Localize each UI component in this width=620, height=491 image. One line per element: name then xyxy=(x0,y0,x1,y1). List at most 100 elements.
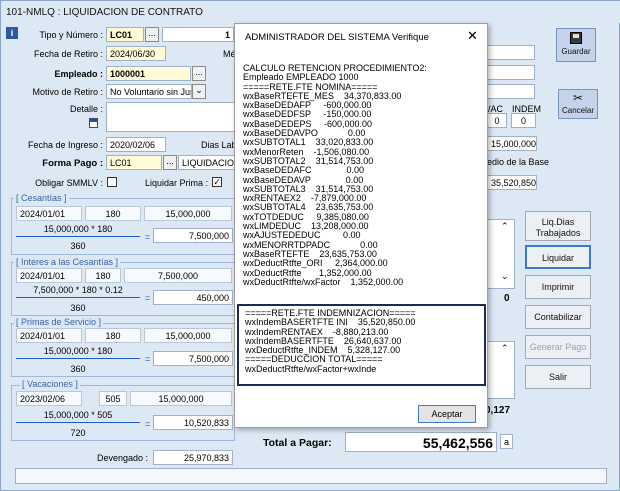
primas-base: 15,000,000 xyxy=(144,328,232,343)
vacaciones-date: 2023/02/06 xyxy=(16,391,82,406)
right-select[interactable] xyxy=(487,45,535,60)
liquidar-prima-checkbox[interactable]: ✓ xyxy=(212,177,222,187)
tipo-input[interactable]: LC01 xyxy=(106,27,144,42)
dialog-highlight-box: =====RETE.FTE INDEMNIZACION===== wxIndem… xyxy=(237,304,486,386)
vacaciones-days: 505 xyxy=(99,391,127,406)
scroll-up-icon-2[interactable]: ⌃ xyxy=(501,343,509,354)
primas-result: 7,500,000 xyxy=(153,351,233,366)
cesantias-divisor: 360 xyxy=(70,241,86,251)
verify-dialog: ADMINISTRADOR DEL SISTEMA Verifique ✕ CA… xyxy=(234,23,488,428)
window-title: 101-NMLQ : LIQUIDACION DE CONTRATO xyxy=(1,1,620,23)
right-field-1[interactable] xyxy=(487,65,535,80)
devengado-value: 25,970,833 xyxy=(153,450,233,465)
scroll-up-icon[interactable]: ⌃ xyxy=(501,221,509,232)
primas-formula: 15,000,000 * 180 xyxy=(16,346,140,359)
fecha-retiro-label: Fecha de Retiro : xyxy=(33,49,103,59)
guardar-button[interactable]: Guardar xyxy=(556,28,596,62)
intereses-result: 450,000 xyxy=(153,290,233,305)
info-icon[interactable]: i xyxy=(6,27,18,39)
close-icon[interactable]: ✕ xyxy=(467,28,478,44)
primas-label: [ Primas de Servicio ] xyxy=(14,317,104,327)
tipo-lookup-button[interactable]: ... xyxy=(145,27,159,42)
save-icon xyxy=(570,32,582,44)
calendar-icon[interactable] xyxy=(89,118,98,128)
cesantias-base: 15,000,000 xyxy=(144,206,232,221)
vacaciones-eq: = xyxy=(145,419,151,429)
dialog-message: CALCULO RETENCIÓN PROCEDIMIENTO2: Emplea… xyxy=(243,64,427,287)
primas-divisor: 360 xyxy=(70,364,86,374)
right-value-2: 35,520,850 xyxy=(487,175,537,190)
contabilizar-button[interactable]: Contabilizar xyxy=(525,305,591,329)
liquidar-button[interactable]: Liquidar xyxy=(525,245,591,269)
vacaciones-result: 10,520,833 xyxy=(153,415,233,430)
intereses-base: 7,500,000 xyxy=(124,268,232,283)
fecha-ingreso-label: Fecha de Ingreso : xyxy=(27,140,103,150)
empleado-label: Empleado : xyxy=(54,69,103,79)
right-partial: 0,127 xyxy=(485,405,511,416)
cesantias-label: [ Cesantías ] xyxy=(14,193,69,203)
aceptar-button[interactable]: Aceptar xyxy=(418,405,476,423)
vacaciones-label: [ Vacaciones ] xyxy=(20,379,80,389)
forma-pago-label: Forma Pago : xyxy=(42,158,103,169)
promedio-base-label: edio de la Base xyxy=(487,157,550,167)
detalle-textarea[interactable] xyxy=(106,102,235,132)
generar-pago-button[interactable]: Generar Pago xyxy=(525,335,591,359)
chevron-down-icon: ⌄ xyxy=(195,85,203,95)
intereses-label: [ Interes a las Cesantías ] xyxy=(14,257,121,267)
intereses-formula: 7,500,000 * 180 * 0.12 xyxy=(16,285,140,298)
forma-pago-lookup-button[interactable]: ... xyxy=(163,155,177,170)
vacaciones-base: 15,000,000 xyxy=(130,391,232,406)
devengado-label: Devengado : xyxy=(96,453,148,463)
cesantias-days: 180 xyxy=(85,206,141,221)
primas-days: 180 xyxy=(85,328,141,343)
intereses-days: 180 xyxy=(85,268,121,283)
right-value-1: 15,000,000 xyxy=(487,136,537,151)
empleado-input[interactable]: 1000001 xyxy=(106,66,191,81)
scroll-down-icon[interactable]: ⌄ xyxy=(501,271,509,282)
cesantias-eq: = xyxy=(145,232,151,242)
total-label: Total a Pagar: xyxy=(263,437,332,449)
forma-pago-name: LIQUIDACION xyxy=(178,155,235,170)
indem-input[interactable]: 0 xyxy=(511,113,536,128)
tools-icon: ✂ xyxy=(572,91,584,105)
obligar-smmlv-label: Obligar SMMLV : xyxy=(35,178,103,188)
vacaciones-divisor: 720 xyxy=(70,428,86,438)
motivo-dropdown-button[interactable]: ⌄ xyxy=(192,84,206,99)
status-bar xyxy=(15,468,607,484)
info-icon-glyph: i xyxy=(10,28,14,38)
right-field-2[interactable] xyxy=(487,84,535,99)
motivo-label: Motivo de Retiro : xyxy=(32,87,103,97)
tipo-label: Tipo y Número : xyxy=(39,30,103,40)
liquidar-prima-label: Liquidar Prima : xyxy=(144,178,208,188)
fecha-ingreso-input[interactable]: 2020/02/06 xyxy=(106,137,166,152)
dias-lab-label: Dias Lab xyxy=(201,140,237,150)
total-suffix: a xyxy=(500,434,513,449)
fecha-retiro-input[interactable]: 2024/06/30 xyxy=(106,46,166,61)
total-value: 55,462,556 xyxy=(345,432,497,452)
obligar-smmlv-checkbox[interactable] xyxy=(107,177,117,187)
cesantias-result: 7,500,000 xyxy=(153,228,233,243)
calendar-icon-header xyxy=(90,119,97,122)
forma-pago-input[interactable]: LC01 xyxy=(106,155,162,170)
right-zero: 0 xyxy=(504,293,510,304)
cesantias-formula: 15,000,000 * 180 xyxy=(16,224,140,237)
vac-input[interactable]: 0 xyxy=(487,113,507,128)
numero-input[interactable]: 1 xyxy=(162,27,234,42)
salir-button[interactable]: Salir xyxy=(525,365,591,389)
cancelar-label: Cancelar xyxy=(561,106,594,115)
intereses-date: 2024/01/01 xyxy=(16,268,82,283)
primas-date: 2024/01/01 xyxy=(16,328,82,343)
primas-eq: = xyxy=(145,354,151,364)
liq-dias-button[interactable]: Liq.Dias Trabajados xyxy=(525,211,591,241)
imprimir-button[interactable]: Imprimir xyxy=(525,275,591,299)
intereses-divisor: 360 xyxy=(70,303,86,313)
intereses-eq: = xyxy=(145,293,151,303)
cancelar-button[interactable]: ✂ Cancelar xyxy=(558,89,598,119)
dialog-title: ADMINISTRADOR DEL SISTEMA Verifique xyxy=(245,32,429,43)
empleado-lookup-button[interactable]: ... xyxy=(192,66,206,81)
motivo-select[interactable]: No Voluntario sin Justa xyxy=(106,84,192,99)
cesantias-date: 2024/01/01 xyxy=(16,206,82,221)
detalle-label: Detalle : xyxy=(69,104,103,114)
liquidacion-window: 101-NMLQ : LIQUIDACION DE CONTRATO i Tip… xyxy=(0,0,620,491)
vacaciones-formula: 15,000,000 * 505 xyxy=(16,410,140,423)
